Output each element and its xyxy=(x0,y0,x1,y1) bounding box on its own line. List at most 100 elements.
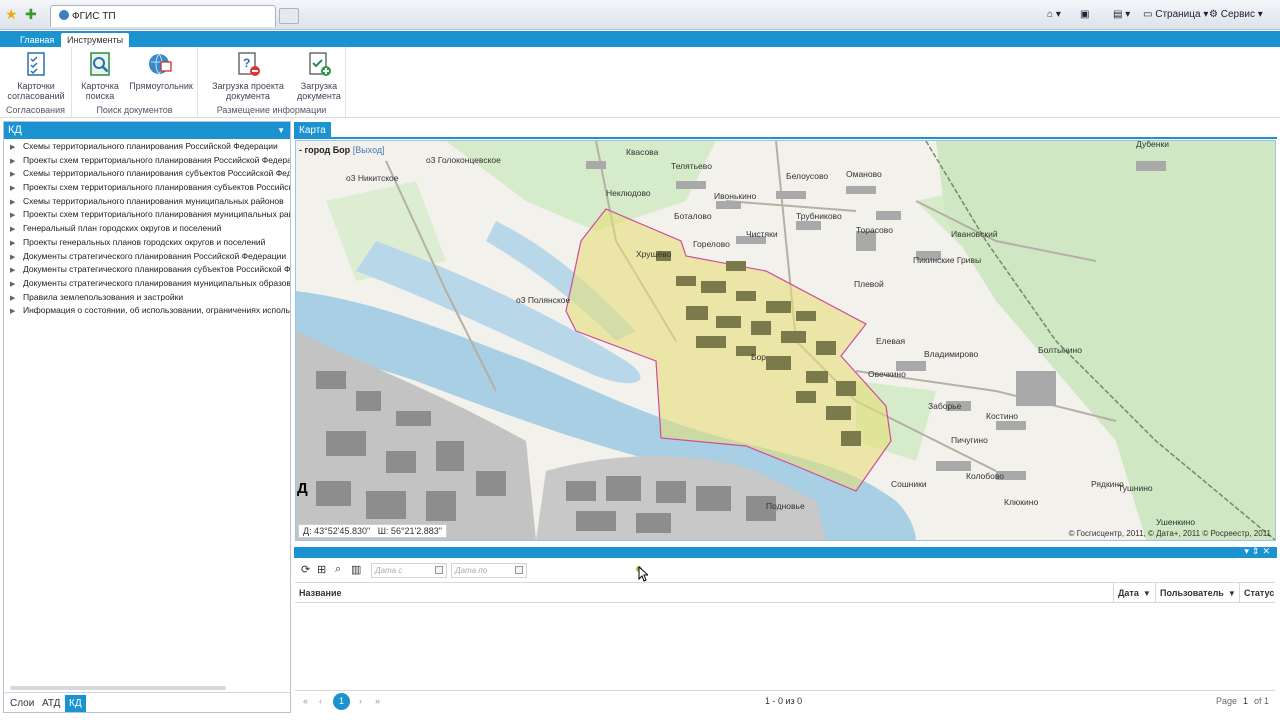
calendar-icon[interactable] xyxy=(515,566,523,574)
expand-arrow-icon[interactable]: ▶ xyxy=(10,196,23,209)
map-place-label: Квасова xyxy=(626,147,659,157)
tab-map[interactable]: Карта xyxy=(294,122,331,139)
search-card-button[interactable]: Карточка поиска xyxy=(76,50,124,101)
tree-item[interactable]: ▶ Схемы территориального планирования Рос… xyxy=(4,140,290,154)
ribbon-group-search: Карточка поиска Прямоугольник Поиск доку… xyxy=(72,47,198,117)
browser-tab[interactable]: ФГИС ТП xyxy=(50,5,276,27)
expand-arrow-icon[interactable]: ▶ xyxy=(10,237,23,250)
tab-kd[interactable]: КД xyxy=(65,695,86,712)
rectangle-select-button[interactable]: Прямоугольник xyxy=(126,50,196,91)
map-canvas[interactable]: Квасова Телятьево Белоусово Оманово Дубенки Н… xyxy=(296,141,1275,540)
map-place-label: Елевая xyxy=(876,336,906,346)
expand-arrow-icon[interactable]: ▶ xyxy=(10,209,23,222)
map-place-label: Торасово xyxy=(856,225,893,235)
filter-icon[interactable]: ▼ xyxy=(1143,584,1151,604)
tree-item[interactable]: ▶ Схемы территориального планирования мун… xyxy=(4,195,290,209)
prev-page-icon[interactable]: ‹ xyxy=(319,696,322,706)
expand-arrow-icon[interactable]: ▶ xyxy=(10,168,23,181)
expand-arrow-icon[interactable]: ▶ xyxy=(10,223,23,236)
tree-item[interactable]: ▶ Документы стратегического планирования … xyxy=(4,263,290,277)
map-place-label: о3 Полянское xyxy=(516,295,571,305)
calendar-icon[interactable] xyxy=(435,566,443,574)
expand-arrow-icon[interactable]: ▶ xyxy=(10,251,23,264)
tab-layers[interactable]: Слои xyxy=(6,695,38,712)
map-place-label: Овечкино xyxy=(868,369,906,379)
first-page-icon[interactable]: « xyxy=(303,696,308,706)
map-title: - город Бор [Выход] xyxy=(299,145,385,155)
map-place-label: Белоусово xyxy=(786,171,828,181)
map-place-label: Плевой xyxy=(854,279,884,289)
favorites-star-icon[interactable]: ★ xyxy=(5,6,18,22)
tree-item[interactable]: ▶ Проекты генеральных планов городских ок… xyxy=(4,236,290,250)
search-icon[interactable]: ⌕ xyxy=(335,563,341,576)
tree-item-label: Генеральный план городских округов и пос… xyxy=(23,223,222,234)
tree-item[interactable]: ▶ Генеральный план городских округов и по… xyxy=(4,222,290,236)
expand-arrow-icon[interactable]: ▶ xyxy=(10,305,23,318)
map-place-label: Бор xyxy=(751,352,766,362)
collapse-icon[interactable]: ▼ xyxy=(277,122,285,139)
map-place-label: Сошники xyxy=(891,479,927,489)
column-name[interactable]: Название xyxy=(295,583,1113,603)
expand-arrow-icon[interactable]: ▶ xyxy=(10,264,23,277)
horizontal-scrollbar[interactable] xyxy=(10,686,226,690)
tab-main[interactable]: Главная xyxy=(14,33,60,47)
approval-cards-button[interactable]: Карточки согласований xyxy=(4,50,68,101)
tools-menu-button[interactable]: ⚙ Сервис ▾ xyxy=(1209,8,1263,22)
hierarchy-icon[interactable]: ⊞ xyxy=(317,563,326,576)
upload-document-button[interactable]: Загрузка документа xyxy=(294,50,344,101)
expand-arrow-icon[interactable]: ▶ xyxy=(10,141,23,154)
current-page[interactable]: 1 xyxy=(333,693,350,710)
tab-tools[interactable]: Инструменты xyxy=(61,33,130,47)
page-number-input[interactable]: 1 xyxy=(1243,696,1248,706)
tree-item[interactable]: ▶ Проекты схем территориального планирова… xyxy=(4,154,290,168)
tree-item[interactable]: ▶ Документы стратегического планирования … xyxy=(4,277,290,291)
add-favorite-icon[interactable]: ✚ xyxy=(25,6,37,22)
tree-item[interactable]: ▶ Проекты схем территориального планирова… xyxy=(4,208,290,222)
grid-header: Название Дата ▼ Пользователь ▼ Статус xyxy=(295,582,1275,603)
svg-text:?: ? xyxy=(243,56,250,70)
home-icon[interactable]: ⌂ ▾ xyxy=(1047,8,1061,22)
expand-arrow-icon[interactable]: ▶ xyxy=(10,278,23,291)
tab-atd[interactable]: АТД xyxy=(38,695,64,712)
date-from-field[interactable]: Дата с xyxy=(371,563,447,578)
map-place-label: Боталово xyxy=(674,211,712,221)
column-user[interactable]: Пользователь ▼ xyxy=(1155,583,1239,603)
tree-item-label: Проекты схем территориального планирован… xyxy=(23,182,290,193)
expand-arrow-icon[interactable]: ▶ xyxy=(10,292,23,305)
panel-header: КД ▼ xyxy=(4,122,290,139)
tree-item[interactable]: ▶ Правила землепользования и застройки xyxy=(4,291,290,305)
map-place-label: Заборье xyxy=(928,401,962,411)
date-to-field[interactable]: Дата по xyxy=(451,563,527,578)
map-place-label: Хрущёво xyxy=(636,249,672,259)
map-place-label: Горелово xyxy=(693,239,730,249)
tree-item[interactable]: ▶ Проекты схем территориального планирова… xyxy=(4,181,290,195)
new-tab-button[interactable] xyxy=(279,8,299,24)
print-icon[interactable]: ▤ ▾ xyxy=(1113,8,1130,22)
map-place-label: о3 Никитское xyxy=(346,173,399,183)
feeds-icon[interactable]: ▣ xyxy=(1080,8,1089,22)
tree-item[interactable]: ▶ Схемы территориального планирования суб… xyxy=(4,167,290,181)
expand-arrow-icon[interactable]: ▶ xyxy=(10,155,23,168)
expand-arrow-icon[interactable]: ▶ xyxy=(10,182,23,195)
panel-controls-icon[interactable]: ▾⇕✕ xyxy=(1244,546,1273,557)
tree-item[interactable]: ▶ Документы стратегического планирования … xyxy=(4,250,290,264)
ribbon-group-upload: ? Загрузка проекта документа Загрузка до… xyxy=(198,47,346,117)
map-place-label: Болтынино xyxy=(1038,345,1082,355)
page-menu-button[interactable]: ▭ Страница ▾ xyxy=(1143,8,1208,22)
tree-item[interactable]: ▶ Информация о состоянии, об использовани… xyxy=(4,304,290,318)
refresh-icon[interactable]: ⟳ xyxy=(301,563,310,576)
next-page-icon[interactable]: › xyxy=(359,696,362,706)
upload-project-button[interactable]: ? Загрузка проекта документа xyxy=(202,50,294,101)
map-place-label: Пикинские Гривы xyxy=(913,255,981,265)
document-tree: ▶ Схемы территориального планирования Рос… xyxy=(4,139,290,318)
exit-link[interactable]: [Выход] xyxy=(353,145,385,155)
column-status[interactable]: Статус xyxy=(1239,583,1275,603)
map-view[interactable]: Квасова Телятьево Белоусово Оманово Дубенки Н… xyxy=(295,140,1276,541)
filter-icon[interactable]: ▼ xyxy=(1228,584,1236,604)
columns-icon[interactable]: ▥ xyxy=(351,563,361,576)
last-page-icon[interactable]: » xyxy=(375,696,380,706)
map-place-label: Ивановский xyxy=(951,229,998,239)
record-count: 1 - 0 из 0 xyxy=(765,696,803,706)
column-date[interactable]: Дата ▼ xyxy=(1113,583,1155,603)
ribbon-group-label: Поиск документов xyxy=(96,105,173,115)
